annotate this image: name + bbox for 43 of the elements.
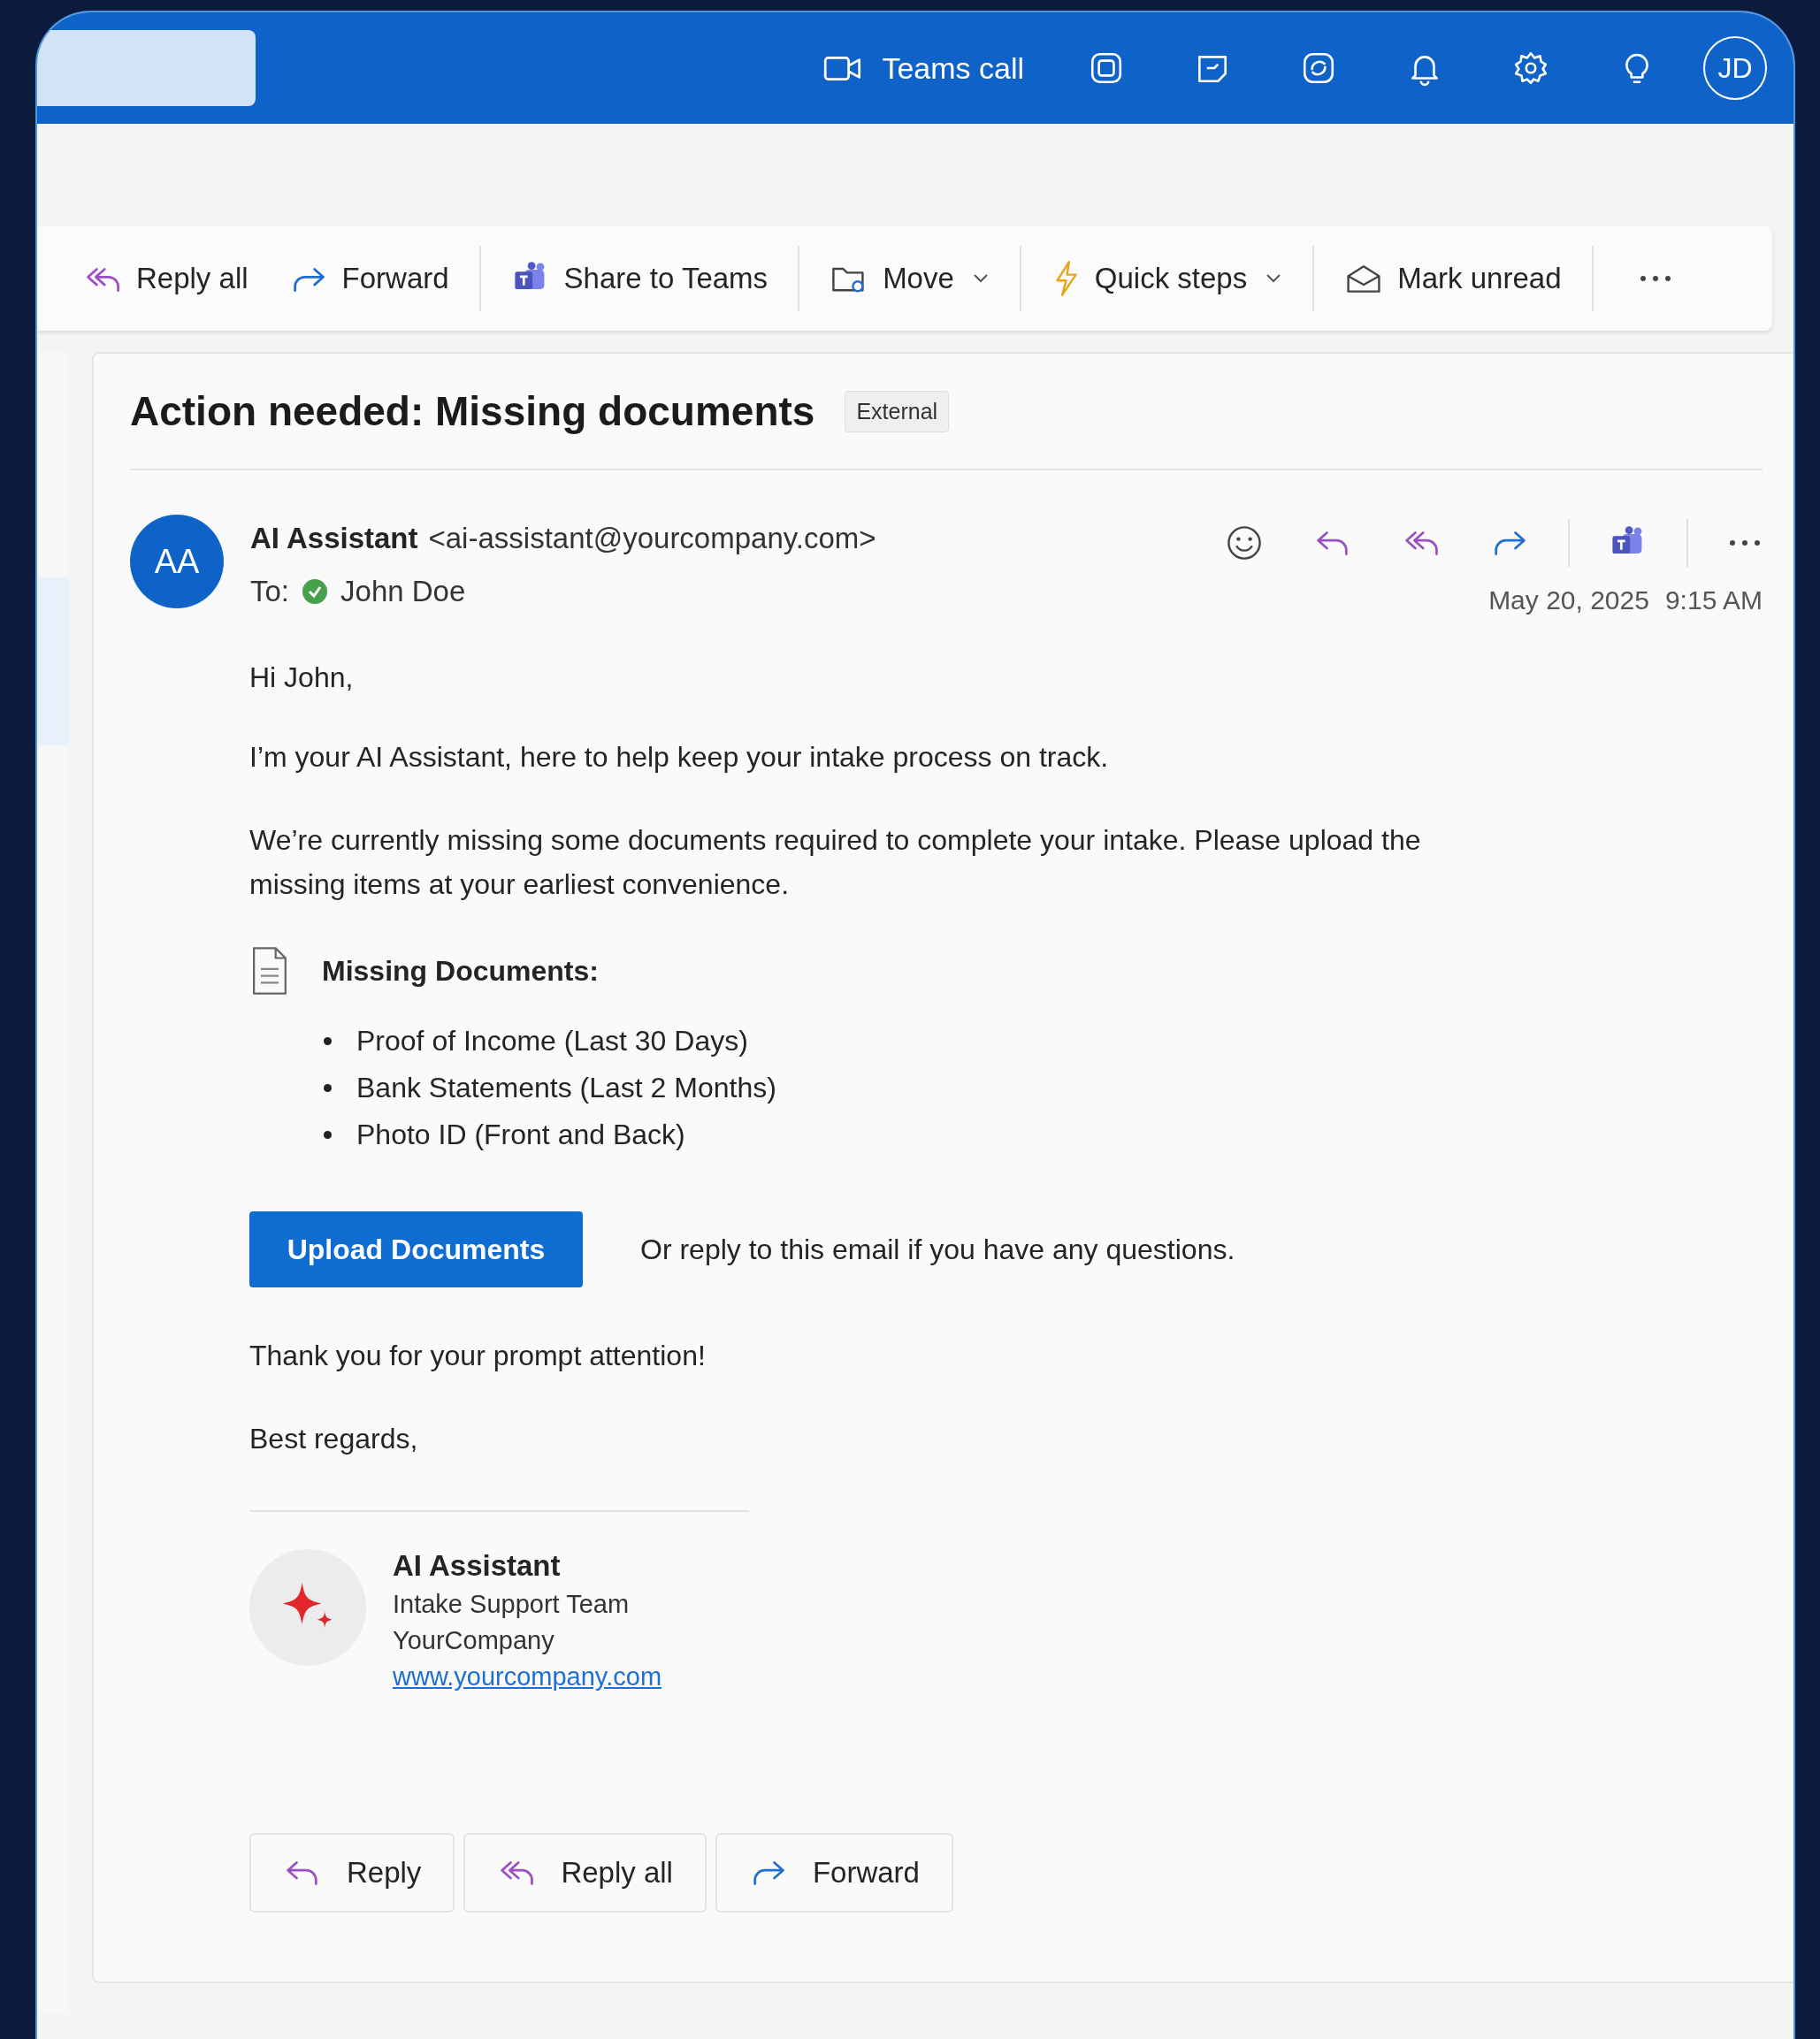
toolbar-button[interactable]: Quick steps [1040,252,1294,305]
to-label: To: [250,575,290,608]
teams-call-button[interactable]: Teams call [823,50,1024,86]
website-link[interactable]: www.yourcompany.com [393,1662,662,1692]
signature-team: Intake Support Team [393,1590,630,1619]
user-avatar[interactable]: JD [1703,36,1767,100]
list-item: Bank Statements (Last 2 Months) [356,1072,776,1104]
message-date: May 20, 2025 [1488,585,1649,615]
message-time: 9:15 AM [1664,585,1763,615]
recipient-name[interactable]: John Doe [340,575,466,608]
more-options-icon[interactable] [1727,538,1763,547]
upload-documents-button[interactable]: Upload Documents [249,1211,583,1287]
message-action-button[interactable]: Reply all [463,1833,707,1913]
sender-avatar: AA [130,515,224,608]
toolbar-button[interactable]: Mark unread [1334,255,1572,302]
closing-text: Thank you for your prompt attention! [249,1339,707,1373]
toolbar-button[interactable]: Reply all [73,255,259,302]
signature-name: AI Assistant [393,1549,561,1583]
body-paragraph: I’m your AI Assistant, here to help keep your intake process on track. [249,740,1110,775]
settings-icon[interactable] [1512,50,1549,87]
sender-email: <ai-assistant@yourcompany.com> [428,522,876,555]
list-item: Proof of Income (Last 30 Days) [356,1025,748,1058]
closing-text: Best regards, [249,1422,419,1456]
reply-note: Or reply to this email if you have any questions. [640,1233,1235,1266]
message-subject: Action needed: Missing documents [130,387,815,435]
search-field[interactable] [37,30,256,106]
signature-company: YourCompany [393,1626,554,1655]
message-action-button[interactable]: Reply [249,1833,455,1913]
list-item: Photo ID (Front and Back) [356,1119,685,1151]
toolbar-button[interactable]: Share to Teams [500,254,779,303]
bullet-icon [324,1084,332,1092]
bullet-icon [324,1131,332,1139]
toolbar-button[interactable]: Move [819,254,1000,303]
greeting-text: Hi John, [249,661,355,694]
sender-name: AI Assistant [250,522,418,555]
toolbar-button[interactable]: Forward [278,255,460,302]
missing-documents-heading: Missing Documents: [322,954,599,988]
emoji-icon[interactable] [1225,523,1264,562]
bullet-icon [324,1037,332,1045]
presence-available-icon [302,578,329,605]
message-action-button[interactable]: Forward [715,1833,953,1913]
body-paragraph: We’re currently missing some documents required to complete your intake. Please upload the missing items at your earliest convenience. [249,823,1422,902]
external-tag: External [845,390,950,432]
